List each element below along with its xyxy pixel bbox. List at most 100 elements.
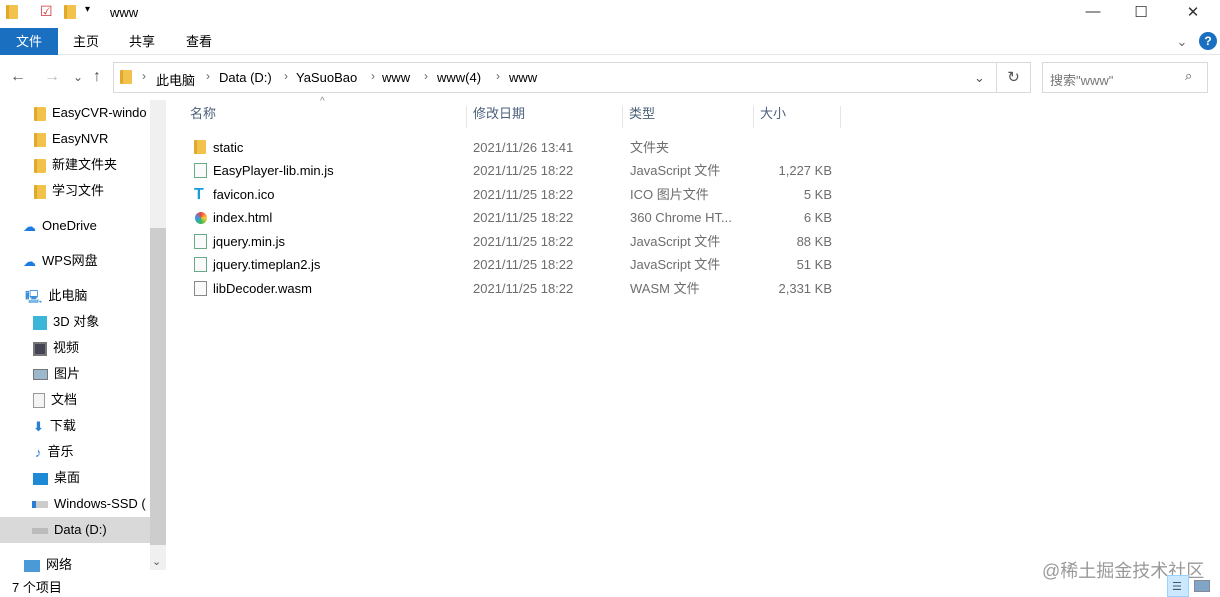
- file-row-static[interactable]: static 2021/11/26 13:41 文件夹: [186, 136, 836, 159]
- breadcrumb-www[interactable]: www: [382, 70, 410, 85]
- refresh-button[interactable]: ↻: [997, 62, 1031, 93]
- network-icon: [24, 559, 40, 572]
- chevron-right-icon[interactable]: ›: [206, 69, 210, 83]
- sidebar-item-this-pc[interactable]: 🖳 此电脑: [0, 283, 150, 309]
- sidebar-item-easynvr[interactable]: EasyNVR: [0, 126, 150, 152]
- breadcrumb-this-pc[interactable]: 此电脑: [156, 70, 195, 89]
- sidebar-item-label: 桌面: [54, 470, 81, 485]
- cube-icon: [33, 315, 47, 330]
- sidebar-item-music[interactable]: ♪ 音乐: [0, 439, 150, 465]
- folder-icon: [34, 106, 46, 121]
- file-type: 文件夹: [630, 140, 670, 155]
- maximize-button[interactable]: ☐: [1126, 3, 1156, 21]
- search-placeholder: 搜索"www": [1050, 73, 1114, 88]
- sidebar-item-network[interactable]: 网络: [0, 552, 150, 578]
- file-icon: [194, 281, 207, 296]
- sidebar-item-documents[interactable]: 文档: [0, 387, 150, 413]
- sidebar-item-new-folder[interactable]: 新建文件夹: [0, 152, 150, 178]
- document-icon: [33, 393, 45, 409]
- sidebar-scrollbar-thumb[interactable]: [150, 228, 166, 545]
- sidebar-item-3d[interactable]: 3D 对象: [0, 309, 150, 335]
- js-file-icon: [194, 257, 207, 272]
- sidebar-item-label: 此电脑: [48, 288, 88, 303]
- sidebar-item-data-d[interactable]: Data (D:): [0, 517, 150, 543]
- cloud-icon: ☁: [23, 253, 36, 269]
- scroll-down-icon[interactable]: ⌄: [152, 555, 161, 568]
- customize-quick-access-icon[interactable]: ▾: [85, 4, 90, 15]
- sidebar-item-study[interactable]: 学习文件: [0, 178, 150, 204]
- file-row-libdecoder[interactable]: libDecoder.wasm 2021/11/25 18:22 WASM 文件 2,…: [186, 277, 836, 300]
- column-header-date[interactable]: 修改日期: [467, 106, 623, 128]
- tab-view[interactable]: 查看: [173, 28, 225, 55]
- window-title: www: [110, 5, 139, 20]
- file-size: 88 KB: [796, 234, 832, 249]
- file-date: 2021/11/25 18:22: [473, 234, 574, 249]
- sidebar-item-label: 音乐: [47, 444, 74, 459]
- download-icon: ⬇: [33, 418, 44, 434]
- search-input[interactable]: 搜索"www" ⌕: [1042, 62, 1208, 93]
- minimize-button[interactable]: —: [1078, 3, 1108, 20]
- sidebar-item-onedrive[interactable]: ☁ OneDrive: [0, 213, 150, 239]
- large-icons-view-button[interactable]: [1194, 580, 1210, 592]
- file-row-jquery[interactable]: jquery.min.js 2021/11/25 18:22 JavaScript …: [186, 230, 836, 253]
- file-date: 2021/11/26 13:41: [473, 140, 574, 155]
- title-bar: ☑ ▾ www — ☐ ✕: [0, 0, 1220, 26]
- file-row-index[interactable]: index.html 2021/11/25 18:22 360 Chrome HT.…: [186, 206, 836, 229]
- close-button[interactable]: ✕: [1178, 3, 1208, 21]
- file-row-easyplayer[interactable]: EasyPlayer-lib.min.js 2021/11/25 18:22 Jav…: [186, 159, 836, 182]
- file-date: 2021/11/25 18:22: [473, 281, 574, 296]
- address-bar[interactable]: › 此电脑 › Data (D:) › YaSuoBao › www › www…: [113, 62, 997, 93]
- sidebar-item-label: 下载: [49, 418, 76, 433]
- chevron-right-icon[interactable]: ›: [371, 69, 375, 83]
- breadcrumb-yasuobao[interactable]: YaSuoBao: [296, 70, 357, 85]
- file-row-timeplan[interactable]: jquery.timeplan2.js 2021/11/25 18:22 JavaS…: [186, 253, 836, 276]
- new-folder-icon[interactable]: [64, 5, 76, 19]
- tab-home[interactable]: 主页: [60, 28, 112, 55]
- column-header-size[interactable]: 大小: [754, 106, 841, 128]
- file-row-favicon[interactable]: Tfavicon.ico 2021/11/25 18:22 ICO 图片文件 5 KB: [186, 183, 836, 206]
- properties-icon[interactable]: ☑: [40, 3, 53, 20]
- chevron-right-icon[interactable]: ›: [496, 69, 500, 83]
- file-size: 5 KB: [803, 187, 832, 202]
- forward-button[interactable]: →: [44, 68, 60, 86]
- details-view-icon: ☰: [1172, 581, 1182, 593]
- chevron-right-icon[interactable]: ›: [142, 69, 146, 83]
- folder-icon: [120, 70, 132, 84]
- file-name: favicon.ico: [213, 187, 275, 202]
- folder-icon: [34, 158, 46, 173]
- sidebar-item-wps[interactable]: ☁ WPS网盘: [0, 248, 150, 274]
- details-view-button[interactable]: ☰: [1167, 575, 1189, 597]
- sidebar-item-downloads[interactable]: ⬇ 下载: [0, 413, 150, 439]
- breadcrumb-www-current[interactable]: www: [509, 70, 537, 85]
- sidebar-item-easycvr[interactable]: EasyCVR-windo: [0, 100, 150, 126]
- file-name: jquery.min.js: [213, 234, 286, 249]
- tab-share[interactable]: 共享: [116, 28, 168, 55]
- sidebar-item-label: Windows-SSD (: [54, 496, 146, 511]
- up-button[interactable]: ↑: [93, 68, 101, 86]
- column-header-type[interactable]: 类型: [623, 106, 754, 128]
- sidebar-item-label: 3D 对象: [53, 314, 100, 329]
- sidebar-item-desktop[interactable]: 桌面: [0, 465, 150, 491]
- file-size: 6 KB: [803, 210, 832, 225]
- back-button[interactable]: ←: [10, 68, 26, 86]
- folder-icon: [6, 5, 18, 19]
- video-icon: [33, 341, 47, 356]
- sidebar-item-videos[interactable]: 视频: [0, 335, 150, 361]
- recent-locations-button[interactable]: ⌄: [73, 70, 83, 84]
- help-icon[interactable]: ?: [1199, 32, 1217, 50]
- breadcrumb-www4[interactable]: www(4): [437, 70, 481, 85]
- sidebar-item-windows-ssd[interactable]: Windows-SSD (: [0, 491, 150, 517]
- sidebar-item-label: EasyNVR: [52, 131, 109, 146]
- column-header-name[interactable]: 名称: [184, 106, 467, 128]
- tab-file[interactable]: 文件: [0, 28, 58, 55]
- file-name: libDecoder.wasm: [213, 281, 312, 296]
- folder-icon: [194, 140, 206, 154]
- address-dropdown-icon[interactable]: ⌄: [974, 70, 985, 86]
- chevron-right-icon[interactable]: ›: [424, 69, 428, 83]
- picture-icon: [33, 369, 48, 381]
- chevron-right-icon[interactable]: ›: [284, 69, 288, 83]
- sidebar-item-pictures[interactable]: 图片: [0, 361, 150, 387]
- breadcrumb-data-d[interactable]: Data (D:): [219, 70, 272, 85]
- expand-ribbon-icon[interactable]: ⌄: [1172, 28, 1192, 55]
- file-name: index.html: [213, 210, 273, 225]
